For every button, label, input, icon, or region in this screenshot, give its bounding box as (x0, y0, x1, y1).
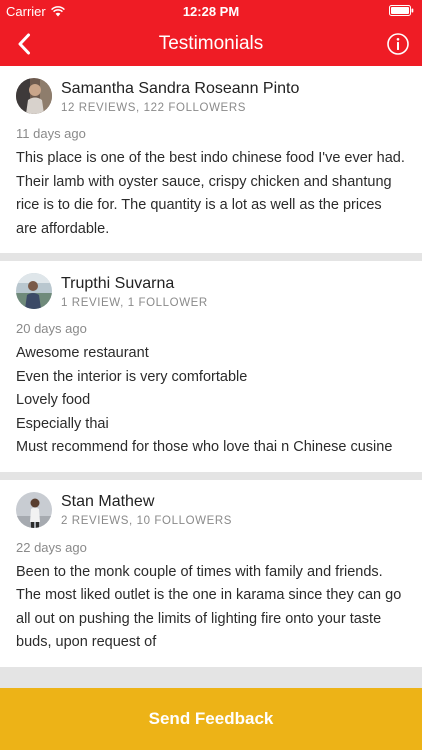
review-header: Samantha Sandra Roseann Pinto 12 REVIEWS… (16, 78, 406, 114)
nav-bar: Testimonials (0, 22, 422, 66)
avatar-image (16, 273, 52, 309)
battery-icon (389, 5, 414, 16)
review-header: Stan Mathew 2 REVIEWS, 10 FOLLOWERS (16, 491, 406, 528)
avatar[interactable] (16, 78, 52, 114)
review-text: Been to the monk couple of times with fa… (16, 563, 402, 651)
avatar[interactable] (16, 273, 52, 309)
avatar-image (16, 78, 52, 114)
review-header: Trupthi Suvarna 1 REVIEW, 1 FOLLOWER (16, 273, 406, 309)
avatar-image (16, 491, 52, 528)
reviewer-name[interactable]: Samantha Sandra Roseann Pinto (61, 79, 299, 99)
reviewer-info: Trupthi Suvarna 1 REVIEW, 1 FOLLOWER (61, 274, 208, 309)
header: Carrier 12:28 PM Testimonials (0, 0, 422, 66)
status-bar: Carrier 12:28 PM (0, 0, 422, 22)
reviewer-info: Stan Mathew 2 REVIEWS, 10 FOLLOWERS (61, 492, 232, 527)
testimonials-screen: Carrier 12:28 PM Testimonials Samantha S… (0, 0, 422, 750)
reviews-list[interactable]: Samantha Sandra Roseann Pinto 12 REVIEWS… (0, 66, 422, 688)
review-card: Samantha Sandra Roseann Pinto 12 REVIEWS… (0, 66, 422, 253)
review-card: Trupthi Suvarna 1 REVIEW, 1 FOLLOWER 20 … (0, 261, 422, 472)
reviewer-stats: 1 REVIEW, 1 FOLLOWER (61, 296, 208, 309)
reviewer-name[interactable]: Stan Mathew (61, 492, 232, 512)
review-date: 11 days ago (16, 126, 86, 141)
status-time: 12:28 PM (182, 4, 240, 19)
review-card: Stan Mathew 2 REVIEWS, 10 FOLLOWERS 22 d… (0, 479, 422, 667)
page-title: Testimonials (158, 33, 264, 54)
review-date: 20 days ago (16, 321, 87, 336)
send-feedback-button[interactable]: Send Feedback (0, 688, 422, 750)
review-date: 22 days ago (16, 539, 87, 555)
review-text: This place is one of the best indo chine… (16, 150, 405, 237)
review-text: Awesome restaurant Even the interior is … (16, 345, 393, 455)
info-icon[interactable] (386, 32, 410, 56)
reviewer-stats: 2 REVIEWS, 10 FOLLOWERS (61, 515, 233, 527)
reviewer-stats: 12 REVIEWS, 122 FOLLOWERS (61, 101, 247, 114)
reviewer-name[interactable]: Trupthi Suvarna (61, 274, 208, 294)
reviewer-info: Samantha Sandra Roseann Pinto 12 REVIEWS… (61, 79, 299, 114)
avatar[interactable] (16, 491, 52, 528)
